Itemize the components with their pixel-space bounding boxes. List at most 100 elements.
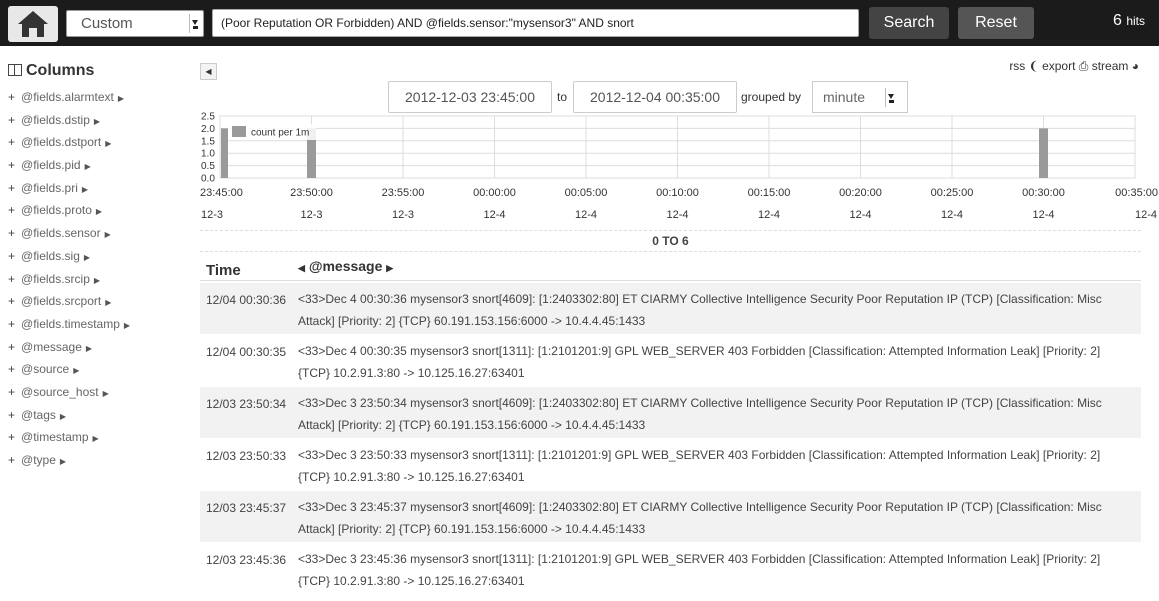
expand-icon[interactable]: ▶ [118, 94, 124, 103]
rss-link[interactable]: rss [1009, 59, 1025, 73]
field-item[interactable]: + @fields.pri ▶ [8, 177, 193, 200]
expand-icon[interactable]: ▶ [93, 434, 99, 443]
add-column-icon[interactable]: + [8, 158, 15, 172]
to-date-input[interactable]: 2012-12-04 00:35:00 [573, 81, 737, 113]
field-item[interactable]: + @type ▶ [8, 449, 193, 472]
query-mode-select[interactable]: Custom [66, 10, 204, 37]
search-button[interactable]: Search [869, 7, 949, 39]
from-date-input[interactable]: 2012-12-03 23:45:00 [388, 81, 552, 113]
field-label: @fields.sig [21, 248, 80, 263]
home-button[interactable] [8, 6, 58, 42]
expand-icon[interactable]: ▶ [103, 389, 109, 398]
field-item[interactable]: + @fields.sensor ▶ [8, 222, 193, 245]
table-row[interactable]: 12/03 23:50:34 <33>Dec 3 23:50:34 mysenso… [200, 387, 1141, 438]
x-tick-date: 12-4 [941, 209, 963, 221]
expand-icon[interactable]: ▶ [94, 117, 100, 126]
x-tick-time: 00:20:00 [839, 187, 882, 199]
row-message: <33>Dec 3 23:45:37 mysensor3 snort[4609]… [298, 500, 1102, 536]
field-label: @fields.srcip [21, 271, 90, 286]
field-item[interactable]: + @tags ▶ [8, 404, 193, 427]
add-column-icon[interactable]: + [8, 272, 15, 286]
add-column-icon[interactable]: + [8, 408, 15, 422]
add-column-icon[interactable]: + [8, 135, 15, 149]
add-column-icon[interactable]: + [8, 362, 15, 376]
hits-label: hits [1126, 14, 1145, 28]
x-tick-date: 12-4 [758, 209, 780, 221]
table-header-divider [200, 280, 1141, 281]
expand-icon[interactable]: ▶ [60, 412, 66, 421]
table-row[interactable]: 12/03 23:45:37 <33>Dec 3 23:45:37 mysenso… [200, 491, 1141, 542]
add-column-icon[interactable]: + [8, 385, 15, 399]
row-time: 12/03 23:50:33 [206, 449, 287, 463]
field-item[interactable]: + @timestamp ▶ [8, 426, 193, 449]
add-column-icon[interactable]: + [8, 181, 15, 195]
field-label: @source [21, 362, 70, 377]
columns-title: Columns [26, 62, 95, 79]
field-item[interactable]: + @source ▶ [8, 358, 193, 381]
result-range: 0 TO 6 [200, 230, 1141, 252]
x-tick-date: 12-3 [392, 209, 414, 221]
field-item[interactable]: + @fields.proto ▶ [8, 199, 193, 222]
message-column-header[interactable]: ◀ @message ▶ [298, 258, 393, 274]
x-tick-time: 00:00:00 [473, 187, 516, 199]
field-item[interactable]: + @fields.srcip ▶ [8, 268, 193, 291]
add-column-icon[interactable]: + [8, 430, 15, 444]
stream-link[interactable]: stream [1092, 59, 1129, 73]
field-item[interactable]: + @fields.dstport ▶ [8, 131, 193, 154]
move-right-icon[interactable]: ▶ [386, 263, 393, 273]
field-item[interactable]: + @fields.timestamp ▶ [8, 313, 193, 336]
field-item[interactable]: + @message ▶ [8, 336, 193, 359]
search-input[interactable]: (Poor Reputation OR Forbidden) AND @fiel… [212, 9, 859, 37]
expand-icon[interactable]: ▶ [96, 207, 102, 216]
collapse-sidebar-button[interactable]: ◀ [200, 63, 217, 80]
add-column-icon[interactable]: + [8, 340, 15, 354]
expand-icon[interactable]: ▶ [86, 344, 92, 353]
export-links: rss ❨ export ⎙ stream ◕ [1009, 59, 1139, 74]
interval-select[interactable]: minute [812, 81, 908, 113]
field-item[interactable]: + @fields.sig ▶ [8, 245, 193, 268]
expand-icon[interactable]: ▶ [84, 253, 90, 262]
row-time: 12/03 23:50:34 [206, 397, 287, 411]
move-left-icon[interactable]: ◀ [298, 263, 305, 273]
expand-icon[interactable]: ▶ [124, 321, 130, 330]
export-link[interactable]: export [1042, 59, 1075, 73]
x-tick-date: 12-4 [1032, 209, 1054, 221]
add-column-icon[interactable]: + [8, 113, 15, 127]
add-column-icon[interactable]: + [8, 294, 15, 308]
expand-icon[interactable]: ▶ [60, 457, 66, 466]
time-column-header[interactable]: Time [206, 262, 241, 279]
table-row[interactable]: 12/03 23:50:33 <33>Dec 3 23:50:33 mysenso… [200, 439, 1141, 490]
add-column-icon[interactable]: + [8, 90, 15, 104]
field-item[interactable]: + @fields.dstip ▶ [8, 109, 193, 132]
add-column-icon[interactable]: + [8, 203, 15, 217]
add-column-icon[interactable]: + [8, 249, 15, 263]
table-row[interactable]: 12/04 00:30:35 <33>Dec 4 00:30:35 mysenso… [200, 335, 1141, 386]
reset-button[interactable]: Reset [958, 7, 1034, 39]
y-tick-label: 2.0 [201, 124, 215, 135]
table-row[interactable]: 12/03 23:45:36 <33>Dec 3 23:45:36 mysenso… [200, 543, 1141, 594]
field-item[interactable]: + @source_host ▶ [8, 381, 193, 404]
add-column-icon[interactable]: + [8, 453, 15, 467]
select-arrow-icon [885, 88, 895, 107]
field-item[interactable]: + @fields.pid ▶ [8, 154, 193, 177]
add-column-icon[interactable]: + [8, 317, 15, 331]
expand-icon[interactable]: ▶ [82, 185, 88, 194]
rss-icon: ❨ [1028, 59, 1039, 73]
expand-icon[interactable]: ▶ [105, 298, 111, 307]
expand-icon[interactable]: ▶ [105, 139, 111, 148]
field-item[interactable]: + @fields.alarmtext ▶ [8, 86, 193, 109]
add-column-icon[interactable]: + [8, 226, 15, 240]
row-message: <33>Dec 4 00:30:36 mysensor3 snort[4609]… [298, 292, 1102, 328]
histogram-bar [221, 128, 228, 178]
histogram-chart[interactable]: 2.52.01.5 1.00.5 0.0 23:45:00 12-3 23:50:00 12… [200, 110, 1159, 230]
x-tick-date: 12-4 [1135, 209, 1157, 221]
expand-icon[interactable]: ▶ [73, 366, 79, 375]
row-time: 12/04 00:30:35 [206, 345, 287, 359]
table-row[interactable]: 12/04 00:30:36 <33>Dec 4 00:30:36 mysenso… [200, 283, 1141, 334]
x-tick-time: 23:55:00 [382, 187, 425, 199]
message-header-label: @message [308, 258, 383, 274]
expand-icon[interactable]: ▶ [85, 162, 91, 171]
expand-icon[interactable]: ▶ [94, 276, 100, 285]
field-item[interactable]: + @fields.srcport ▶ [8, 290, 193, 313]
expand-icon[interactable]: ▶ [105, 230, 111, 239]
